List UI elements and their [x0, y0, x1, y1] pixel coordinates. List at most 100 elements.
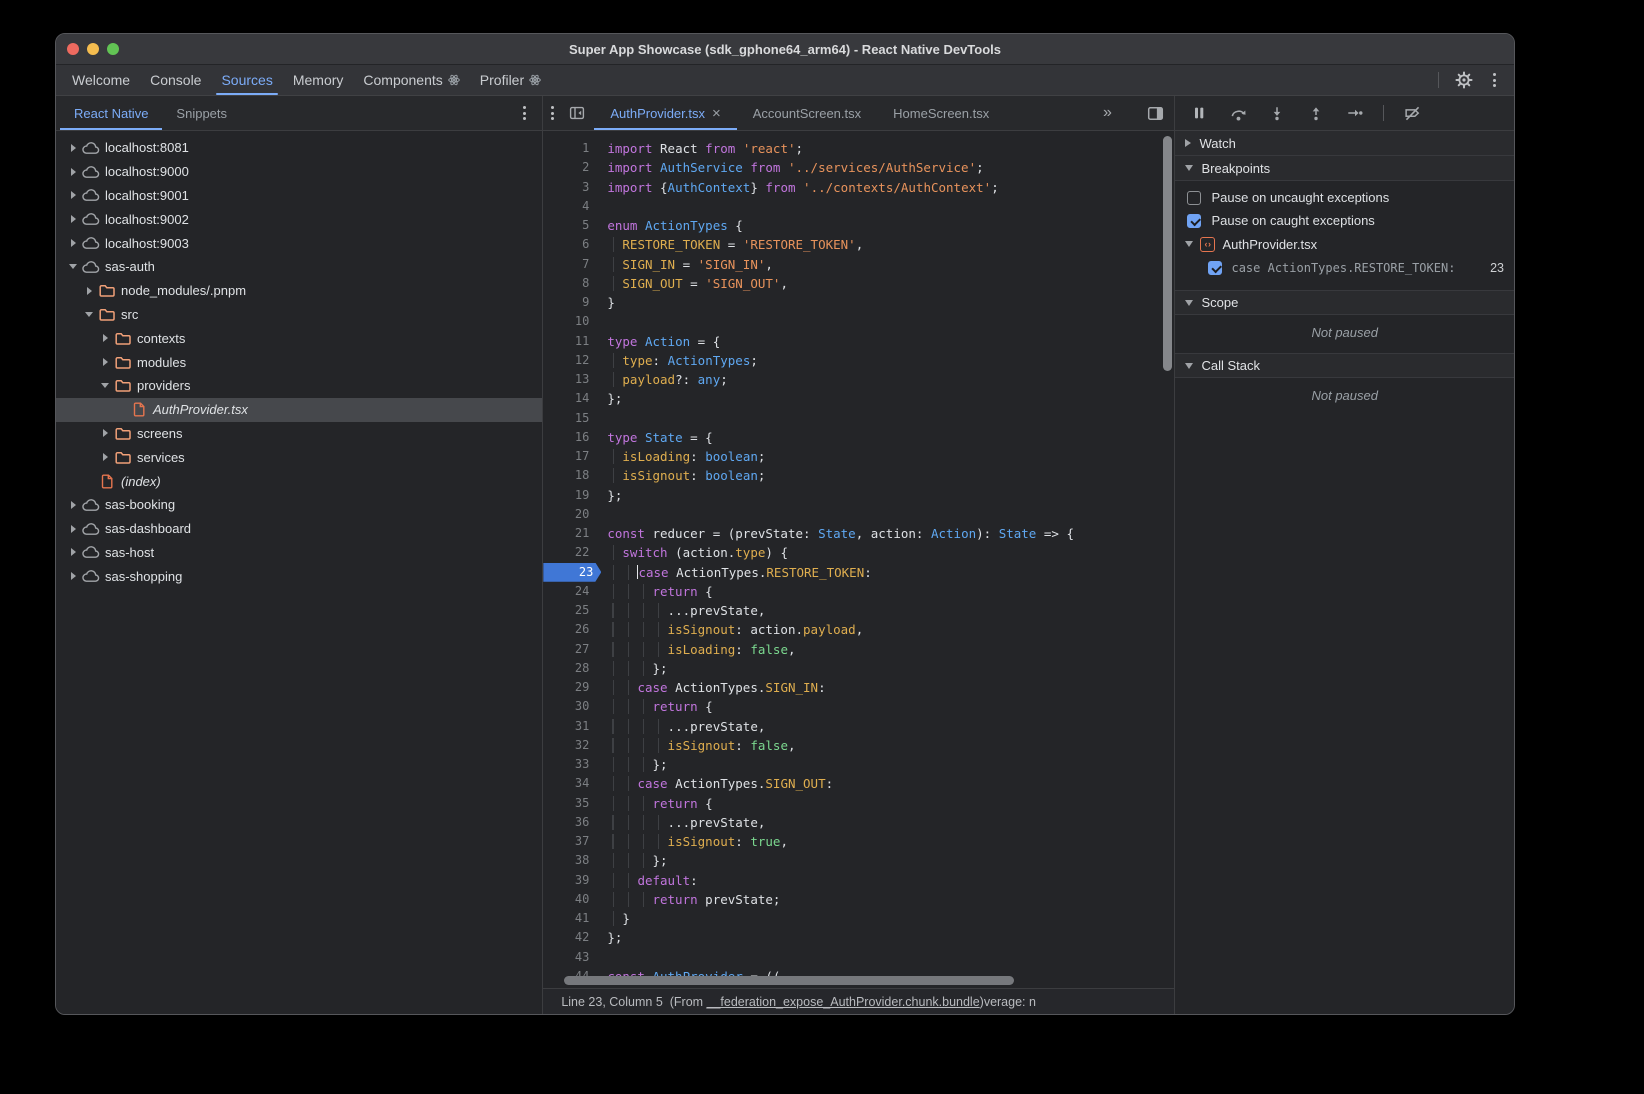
pause-uncaught-row[interactable]: Pause on uncaught exceptions — [1175, 186, 1514, 209]
code-viewport[interactable]: 1import React from 'react';2import AuthS… — [543, 131, 1174, 988]
close-tab-icon[interactable]: × — [712, 106, 721, 121]
line-number[interactable]: 7 — [543, 255, 599, 274]
tree-expanded-arrow-icon[interactable] — [66, 264, 80, 269]
code-line-17[interactable]: 17 isLoading: boolean; — [543, 447, 1174, 466]
line-number[interactable]: 36 — [543, 813, 599, 832]
main-tab-sources[interactable]: Sources — [211, 65, 282, 95]
line-number[interactable]: 37 — [543, 832, 599, 851]
line-number[interactable]: 21 — [543, 524, 599, 543]
collapse-navigator-panel-icon[interactable] — [566, 102, 588, 124]
watch-section-header[interactable]: Watch — [1175, 131, 1514, 156]
tree-collapsed-arrow-icon[interactable] — [66, 548, 80, 556]
step-icon[interactable] — [1344, 102, 1366, 124]
step-out-icon[interactable] — [1305, 102, 1327, 124]
code-line-31[interactable]: 31 ...prevState, — [543, 717, 1174, 736]
pause-uncaught-checkbox[interactable] — [1187, 191, 1201, 205]
code-line-3[interactable]: 3import {AuthContext} from '../contexts/… — [543, 178, 1174, 197]
code-line-27[interactable]: 27 isLoading: false, — [543, 640, 1174, 659]
code-line-18[interactable]: 18 isSignout: boolean; — [543, 466, 1174, 485]
line-number[interactable]: 16 — [543, 428, 599, 447]
line-number[interactable]: 1 — [543, 139, 599, 158]
line-number[interactable]: 5 — [543, 216, 599, 235]
tree-collapsed-arrow-icon[interactable] — [66, 525, 80, 533]
code-line-6[interactable]: 6 RESTORE_TOKEN = 'RESTORE_TOKEN', — [543, 235, 1174, 254]
code-line-34[interactable]: 34 case ActionTypes.SIGN_OUT: — [543, 774, 1174, 793]
navigator-more-kebab-icon[interactable] — [519, 102, 530, 124]
tree-item-services[interactable]: services — [56, 445, 542, 469]
tree-item-sas-auth[interactable]: sas-auth — [56, 255, 542, 279]
editor-tab-accountscreen-tsx[interactable]: AccountScreen.tsx — [737, 96, 877, 130]
line-number[interactable]: 29 — [543, 678, 599, 697]
main-tab-welcome[interactable]: Welcome — [62, 65, 140, 95]
code-line-32[interactable]: 32 isSignout: false, — [543, 736, 1174, 755]
code-line-16[interactable]: 16type State = { — [543, 428, 1174, 447]
line-number[interactable]: 4 — [543, 197, 599, 216]
code-line-30[interactable]: 30 return { — [543, 697, 1174, 716]
breakpoint-entry[interactable]: case ActionTypes.RESTORE_TOKEN: 23 — [1175, 256, 1514, 280]
call-stack-section-header[interactable]: Call Stack — [1175, 353, 1514, 378]
more-tabs-chevron-icon[interactable]: » — [1096, 102, 1118, 124]
code-line-35[interactable]: 35 return { — [543, 794, 1174, 813]
line-number[interactable]: 6 — [543, 235, 599, 254]
tree-item-localhost-9003[interactable]: localhost:9003 — [56, 231, 542, 255]
line-number[interactable]: 32 — [543, 736, 599, 755]
line-number[interactable]: 25 — [543, 601, 599, 620]
code-line-15[interactable]: 15 — [543, 409, 1174, 428]
tree-item-sas-dashboard[interactable]: sas-dashboard — [56, 517, 542, 541]
tree-item-localhost-9000[interactable]: localhost:9000 — [56, 160, 542, 184]
line-number[interactable]: 8 — [543, 274, 599, 293]
tree-item-screens[interactable]: screens — [56, 422, 542, 446]
line-number[interactable]: 35 — [543, 794, 599, 813]
code-line-23[interactable]: 23 case ActionTypes.RESTORE_TOKEN: — [543, 563, 1174, 582]
code-line-13[interactable]: 13 payload?: any; — [543, 370, 1174, 389]
tree-collapsed-arrow-icon[interactable] — [98, 453, 112, 461]
line-number[interactable]: 11 — [543, 332, 599, 351]
line-number[interactable]: 31 — [543, 717, 599, 736]
code-line-20[interactable]: 20 — [543, 505, 1174, 524]
code-line-10[interactable]: 10 — [543, 312, 1174, 331]
tree-collapsed-arrow-icon[interactable] — [98, 358, 112, 366]
main-tab-profiler[interactable]: Profiler — [470, 65, 551, 95]
code-line-33[interactable]: 33 }; — [543, 755, 1174, 774]
tree-collapsed-arrow-icon[interactable] — [66, 168, 80, 176]
code-line-12[interactable]: 12 type: ActionTypes; — [543, 351, 1174, 370]
editor-more-kebab-icon[interactable] — [547, 102, 558, 124]
tree-item-sas-booking[interactable]: sas-booking — [56, 493, 542, 517]
code-line-2[interactable]: 2import AuthService from '../services/Au… — [543, 158, 1174, 177]
code-line-8[interactable]: 8 SIGN_OUT = 'SIGN_OUT', — [543, 274, 1174, 293]
editor-vertical-scrollbar[interactable] — [1163, 136, 1172, 371]
code-line-39[interactable]: 39 default: — [543, 871, 1174, 890]
code-line-19[interactable]: 19}; — [543, 486, 1174, 505]
code-line-41[interactable]: 41 } — [543, 909, 1174, 928]
tree-collapsed-arrow-icon[interactable] — [66, 191, 80, 199]
code-line-7[interactable]: 7 SIGN_IN = 'SIGN_IN', — [543, 255, 1174, 274]
line-number[interactable]: 12 — [543, 351, 599, 370]
editor-horizontal-scrollbar[interactable] — [564, 976, 1014, 985]
code-line-11[interactable]: 11type Action = { — [543, 332, 1174, 351]
line-number[interactable]: 22 — [543, 543, 599, 562]
breakpoint-file-group[interactable]: AuthProvider.tsx — [1175, 232, 1514, 256]
tree-collapsed-arrow-icon[interactable] — [98, 429, 112, 437]
line-number[interactable]: 41 — [543, 909, 599, 928]
line-number[interactable]: 26 — [543, 620, 599, 639]
code-line-26[interactable]: 26 isSignout: action.payload, — [543, 620, 1174, 639]
tree-item-index[interactable]: (index) — [56, 469, 542, 493]
line-number[interactable]: 19 — [543, 486, 599, 505]
code-line-40[interactable]: 40 return prevState; — [543, 890, 1174, 909]
line-number[interactable]: 42 — [543, 928, 599, 947]
code-line-9[interactable]: 9} — [543, 293, 1174, 312]
line-number[interactable]: 9 — [543, 293, 599, 312]
code-line-42[interactable]: 42}; — [543, 928, 1174, 947]
line-number[interactable]: 18 — [543, 466, 599, 485]
navigator-tab-snippets[interactable]: Snippets — [162, 96, 241, 130]
pause-caught-row[interactable]: Pause on caught exceptions — [1175, 209, 1514, 232]
tree-item-localhost-8081[interactable]: localhost:8081 — [56, 136, 542, 160]
code-line-5[interactable]: 5enum ActionTypes { — [543, 216, 1174, 235]
line-number[interactable]: 24 — [543, 582, 599, 601]
code-line-29[interactable]: 29 case ActionTypes.SIGN_IN: — [543, 678, 1174, 697]
line-number[interactable]: 20 — [543, 505, 599, 524]
code-line-28[interactable]: 28 }; — [543, 659, 1174, 678]
pause-caught-checkbox[interactable] — [1187, 214, 1201, 228]
tree-collapsed-arrow-icon[interactable] — [66, 215, 80, 223]
tree-item-modules[interactable]: modules — [56, 350, 542, 374]
